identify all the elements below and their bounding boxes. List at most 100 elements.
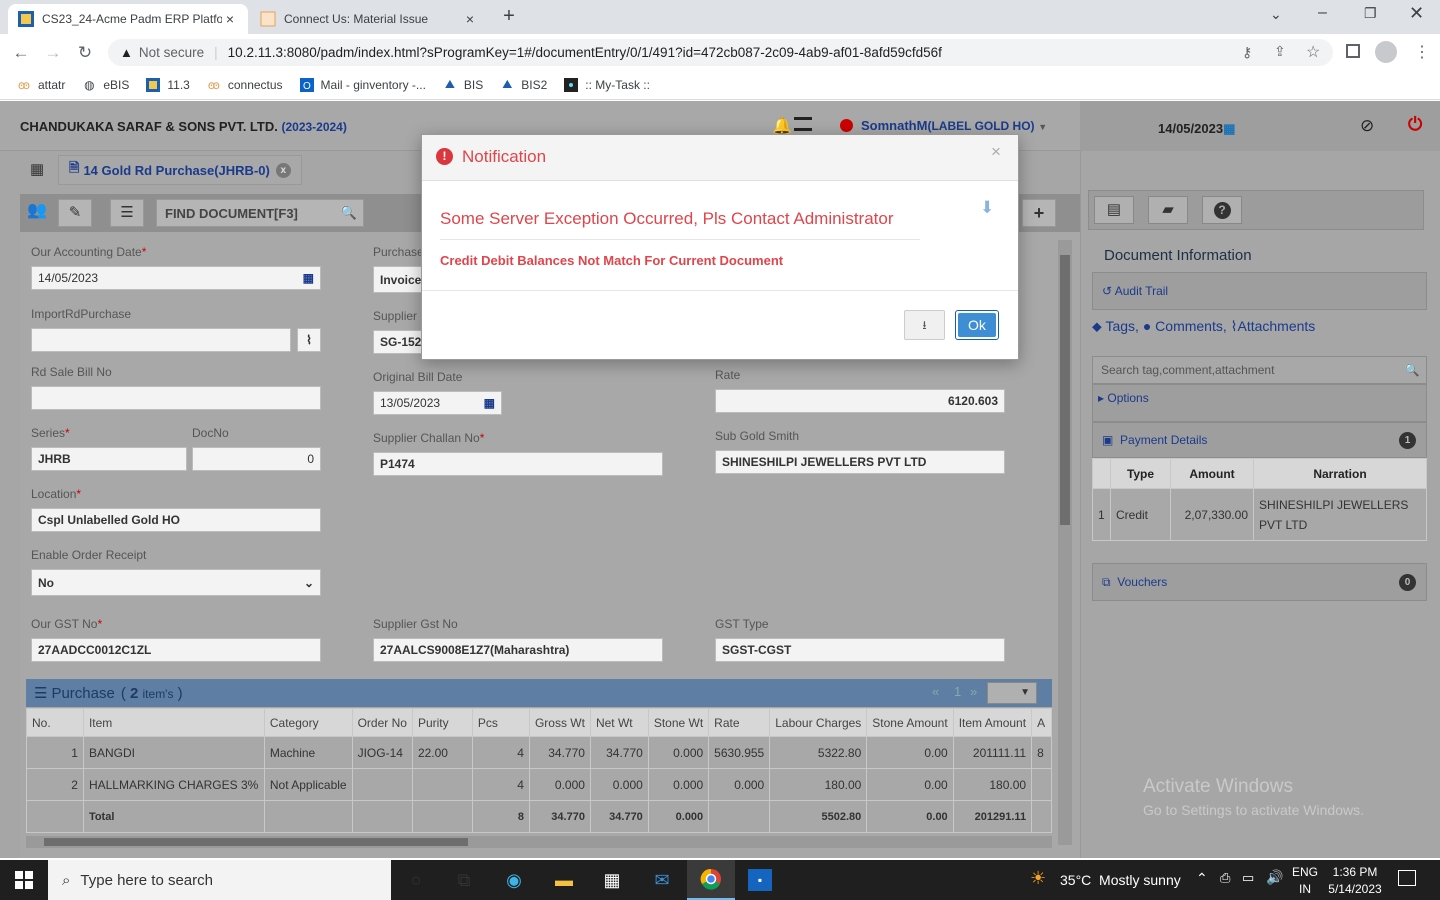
language-indicator[interactable]: ENG IN [1292,864,1318,898]
col-header[interactable]: Item [82,708,265,737]
docno-field[interactable]: 0 [192,447,321,471]
browser-tab[interactable]: Connect Us: Material Issue × [250,4,488,34]
bookmark-item[interactable]: ⛰ BIS2 [499,77,547,93]
notifications-icon[interactable] [1398,870,1416,886]
browser-tab-active[interactable]: CS23_24-Acme Padm ERP Platfor × [8,4,248,34]
clock[interactable]: 1:36 PM 5/14/2023 [1326,864,1384,898]
remote-app-icon[interactable]: ▪ [736,860,784,900]
store-icon[interactable]: ▦ [588,860,636,900]
table-row[interactable]: 1 Credit 2,07,330.00 SHINESHILPI JEWELLE… [1092,488,1427,541]
file-explorer-icon[interactable]: ▬ [540,860,588,900]
cortana-icon[interactable]: ○ [392,860,440,900]
col-header[interactable]: Item Amount [952,708,1033,737]
close-tab-icon[interactable]: × [222,11,238,27]
our-gst-field[interactable]: 27AADCC0012C1ZL [31,638,321,662]
users-icon[interactable]: 👥 [24,200,50,226]
windows-start-icon[interactable] [0,860,48,900]
col-header[interactable]: Category [263,708,353,737]
weather-text[interactable]: 35°C Mostly sunny [1060,872,1181,888]
bookmark-item[interactable]: 11.3 [145,77,190,93]
rate-field[interactable]: 6120.603 [715,389,1005,413]
tray-chevron-icon[interactable]: ⌃ [1196,870,1208,887]
help-icon[interactable]: ? [1202,196,1242,224]
tag-search-input[interactable]: Search tag,comment,attachment 🔍 [1092,356,1427,384]
attachments-link[interactable]: Attachments [1237,318,1315,334]
edge-icon[interactable]: ◉ [490,860,538,900]
calendar-icon[interactable]: ▦ [484,396,495,410]
ok-button[interactable]: Ok [958,313,996,337]
bookmark-item[interactable]: ◍ eBIS [81,77,129,93]
bookmark-star-icon[interactable]: ☆ [1306,42,1320,62]
modal-close-icon[interactable]: × [991,142,1001,162]
audit-trail-link[interactable]: ↺ Audit Trail [1102,284,1168,298]
forward-icon[interactable]: → [40,40,66,66]
reload-icon[interactable]: ↻ [72,40,98,66]
chrome-icon[interactable] [687,860,735,900]
col-header[interactable]: Net Wt [589,708,649,737]
info-panel-icon[interactable]: ▤ [1094,196,1134,224]
book-icon[interactable]: ▰ [1148,196,1188,224]
eye-slash-icon[interactable]: ⊘ [1360,116,1374,136]
menu-list-icon[interactable] [794,117,812,131]
key-icon[interactable]: ⚷ [1242,44,1252,61]
gst-type-field[interactable]: SGST-CGST [715,638,1005,662]
tags-comments-row[interactable]: ⬥ Tags, ● Comments, ⌇Attachments [1092,318,1315,335]
pager-next[interactable]: » [970,684,977,699]
acct-date-field[interactable]: 14/05/2023 ▦ [31,266,321,290]
edit-icon[interactable]: ✎ [58,199,92,227]
bookmark-item[interactable]: O Mail - ginventory -... [299,77,426,93]
network-icon[interactable]: ▭ [1242,870,1254,886]
col-header[interactable]: Gross Wt [528,708,591,737]
bookmark-item[interactable]: ⛰ BIS [442,77,483,93]
close-doc-tab-icon[interactable]: x [275,162,291,178]
weather-sun-icon[interactable]: ☀ [1030,868,1046,889]
tab-search-chevron-icon[interactable]: ⌄ [1270,6,1282,23]
add-button[interactable]: + [1022,199,1056,227]
comments-link[interactable]: Comments, [1155,318,1227,334]
find-document-input[interactable]: FIND DOCUMENT[F3] 🔍 [156,199,364,227]
restore-icon[interactable]: ❐ [1364,5,1377,22]
header-date[interactable]: 14/05/2023▦ [1158,121,1235,137]
vouchers-link[interactable]: ⧉ Vouchers [1102,575,1167,590]
col-header[interactable]: Pcs [471,708,530,737]
location-field[interactable]: Cspl Unlabelled Gold HO [31,508,321,532]
taskbar-search-box[interactable]: ⌕ Type here to search [48,860,391,900]
col-header[interactable]: Stone Wt [647,708,710,737]
supplier-gst-field[interactable]: 27AALCS9008E1Z7(Maharashtra) [373,638,663,662]
document-tab[interactable]: 🗎 14 Gold Rd Purchase(JHRB-0) x [58,155,302,185]
col-header[interactable]: Purity [411,708,473,737]
rd-sale-bill-field[interactable] [31,386,321,410]
col-header[interactable]: Stone Amount [866,708,954,737]
challan-field[interactable]: P1474 [373,452,663,476]
col-header[interactable]: A [1031,708,1052,737]
order-receipt-select[interactable]: No ⌄ [31,569,321,596]
search-icon[interactable]: 🔍 [335,205,363,221]
volume-icon[interactable]: 🔊 [1266,869,1283,886]
h-scrollbar-thumb[interactable] [44,838,468,846]
import-rd-purchase-field[interactable] [31,328,291,352]
address-bar[interactable]: ▲ Not secure | 10.2.11.3:8080/padm/index… [108,39,1333,66]
paperclip-icon[interactable]: ⌇ [297,328,321,352]
profile-avatar-icon[interactable] [1375,41,1397,63]
col-header[interactable]: No. [26,708,84,737]
col-header[interactable]: Order No [351,708,413,737]
pager-prev[interactable]: « [932,684,939,699]
download-button[interactable]: ⭳ [904,310,945,340]
back-icon[interactable]: ← [8,40,34,66]
scrollbar-thumb[interactable] [1060,255,1070,525]
window-close-icon[interactable]: ✕ [1409,3,1424,24]
task-view-icon[interactable]: ⧉ [440,860,488,900]
bookmark-item[interactable]: :: My-Task :: [563,77,650,93]
table-row[interactable]: 2 HALLMARKING CHARGES 3% Not Applicable 4 0.… [26,768,1052,801]
tags-link[interactable]: Tags, [1105,318,1138,334]
page-size-select[interactable]: ▼ [987,682,1037,704]
bookmark-item[interactable]: ꙭ attatr [16,77,65,93]
new-tab-button[interactable]: + [498,5,520,29]
bell-icon[interactable]: 🔔 [772,116,792,136]
arrow-down-icon[interactable]: ⬇ [980,198,994,218]
options-link[interactable]: ▸ Options [1098,391,1149,405]
minimize-icon[interactable]: – [1318,4,1327,22]
sidepanel-icon[interactable] [1346,44,1360,58]
pager-page[interactable]: 1 [954,684,961,699]
tray-device-icon[interactable]: ⎙ [1220,870,1230,886]
